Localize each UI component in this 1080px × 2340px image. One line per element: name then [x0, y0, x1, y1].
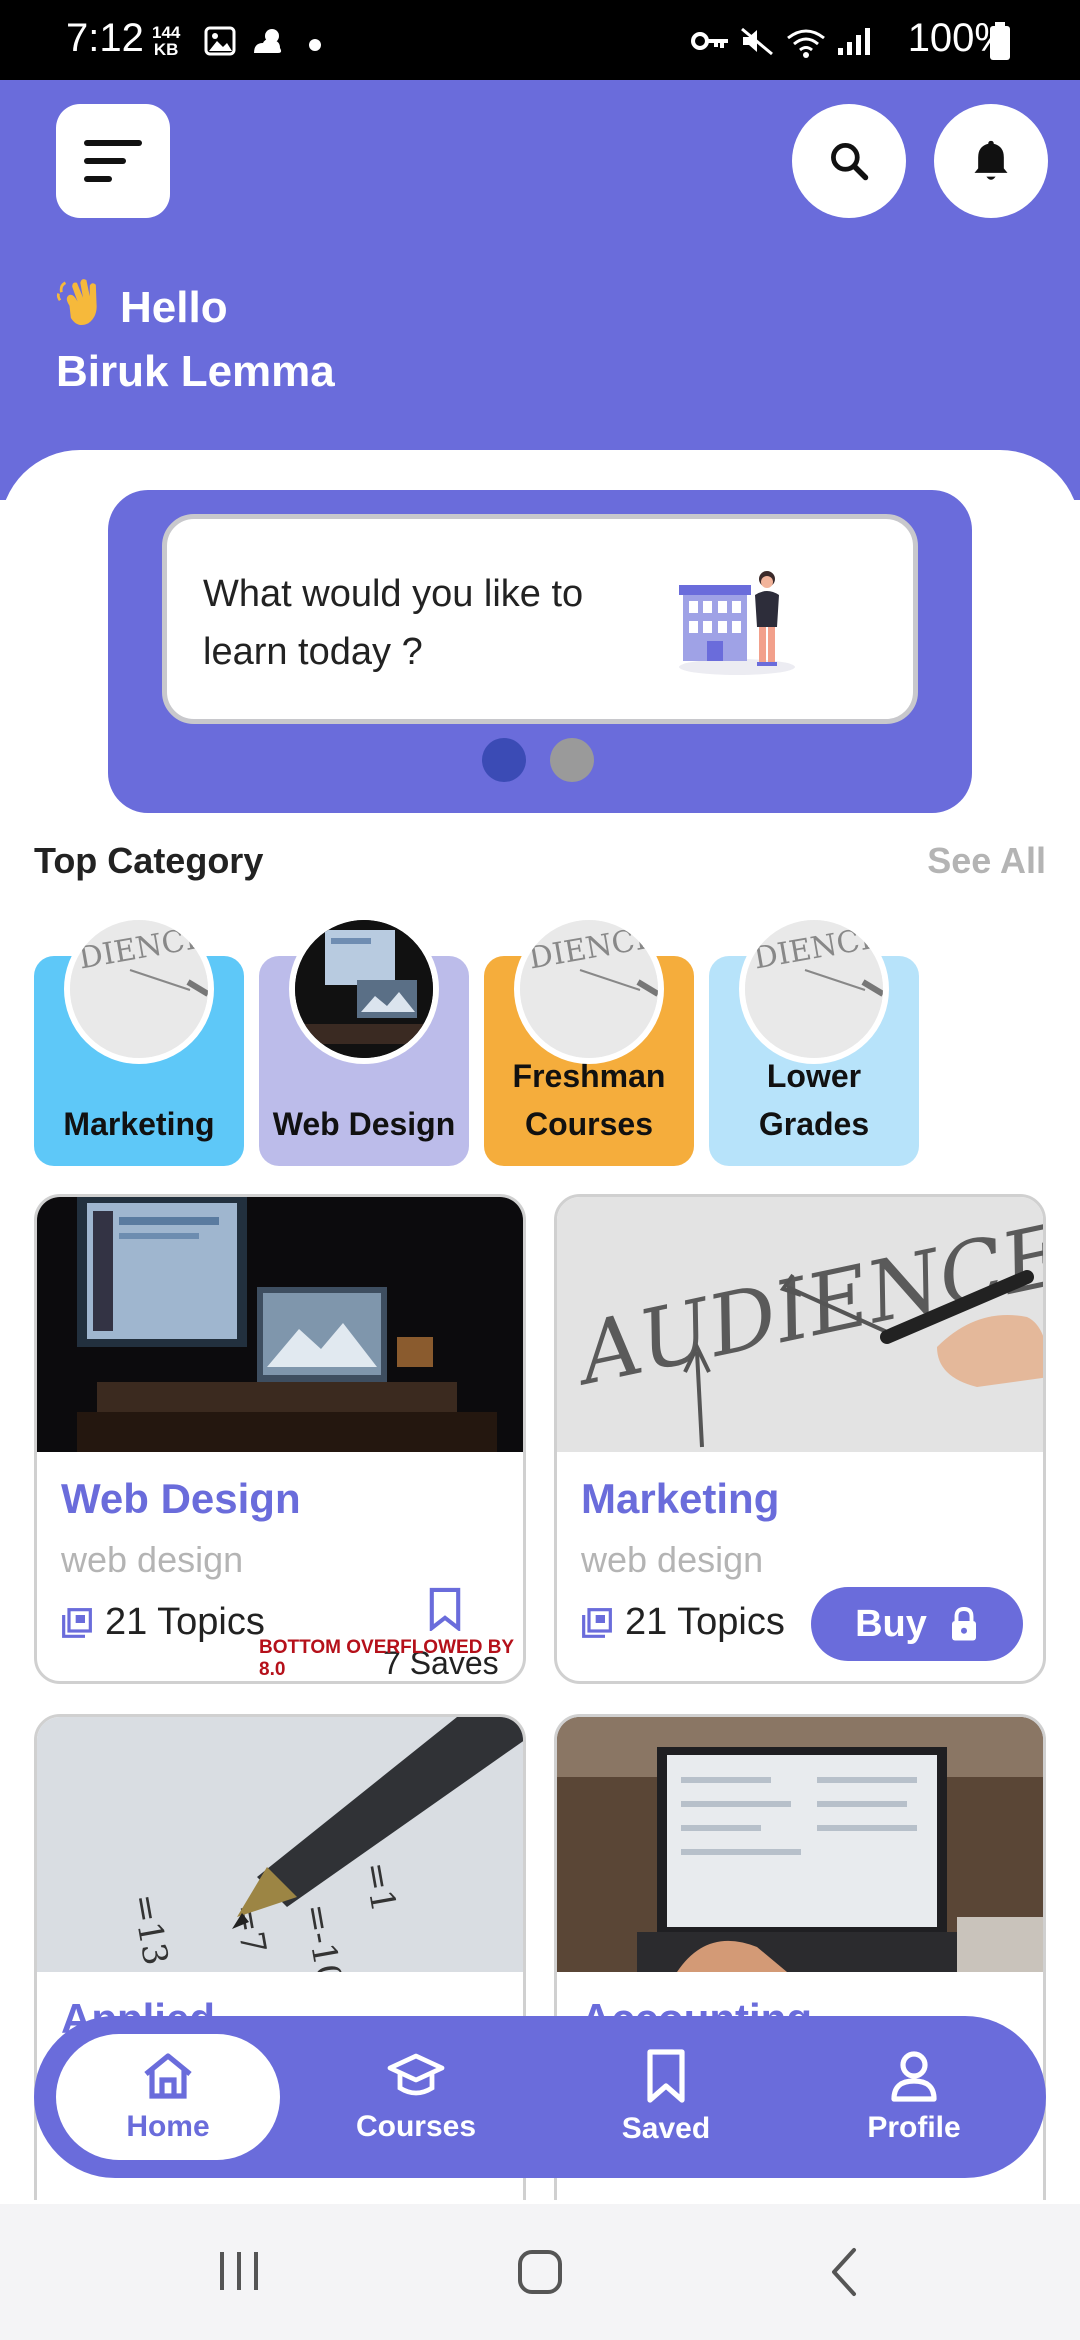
category-label: Web Design	[272, 1106, 456, 1142]
course-subtitle: web design	[581, 1539, 764, 1580]
category-thumbnail: DIENCE	[739, 914, 889, 1064]
nav-courses[interactable]: Courses	[306, 2016, 526, 2178]
nav-home[interactable]: Home	[56, 2034, 280, 2160]
course-image	[37, 1197, 523, 1452]
course-title: Marketing	[581, 1475, 780, 1522]
topics-count: 21 Topics	[625, 1601, 785, 1643]
gallery-icon	[204, 26, 236, 56]
user-name: Biruk Lemma	[56, 347, 335, 396]
learning-illustration	[679, 571, 795, 675]
topics-count: 21 Topics	[105, 1601, 265, 1643]
search-button[interactable]	[792, 104, 906, 218]
back-icon[interactable]	[824, 2246, 864, 2300]
category-label: Marketing	[63, 1106, 215, 1142]
home-icon	[144, 2053, 192, 2099]
buy-button[interactable]: Buy	[811, 1587, 1023, 1661]
nav-label: Home	[126, 2110, 210, 2143]
course-card-web-design[interactable]: Web Design web design 21 Topics 7 Saves …	[34, 1194, 526, 1684]
notifications-button[interactable]	[934, 104, 1048, 218]
carousel-slide[interactable]: What would you like to learn today ?	[162, 514, 918, 724]
status-bar: 7:12 144 KB 100%	[0, 0, 1080, 80]
course-card-marketing[interactable]: AUDIENCE Marketing web design 21 Topics …	[554, 1194, 1046, 1684]
graduation-cap-icon	[387, 2053, 445, 2096]
carousel-dot[interactable]	[550, 738, 594, 782]
mute-icon	[741, 27, 773, 56]
overflow-warning: BOTTOM OVERFLOWED BY 8.0	[259, 1637, 514, 1680]
greeting: Hello Biruk Lemma	[56, 276, 335, 404]
vpn-key-icon	[691, 32, 728, 50]
wifi-icon	[787, 29, 825, 58]
waving-hand-icon	[56, 279, 97, 326]
library-icon	[62, 1607, 92, 1638]
menu-icon	[84, 140, 142, 146]
menu-button[interactable]	[56, 104, 170, 218]
buy-label: Buy	[855, 1602, 927, 1645]
see-all-link[interactable]: See All	[927, 840, 1046, 882]
course-image	[557, 1717, 1043, 1972]
status-time: 7:12	[66, 16, 144, 60]
category-thumbnail: DIENCE	[64, 914, 214, 1064]
carousel-dot-active[interactable]	[482, 738, 526, 782]
notification-dot-icon	[309, 39, 321, 51]
section-title: Top Category	[34, 840, 264, 881]
battery-icon	[990, 22, 1010, 60]
library-icon	[582, 1607, 612, 1638]
weather-icon	[254, 29, 282, 53]
search-icon	[831, 143, 869, 181]
promo-carousel[interactable]: What would you like to learn today ?	[108, 490, 972, 813]
course-topics: 21 Topics	[61, 1601, 265, 1644]
system-navigation-bar	[0, 2204, 1080, 2340]
bottom-navigation: Home Courses Saved Profile	[34, 2016, 1046, 2178]
bookmark-icon	[647, 2049, 685, 2103]
bell-icon	[974, 140, 1008, 180]
course-image: =13 =7 =-10 =1	[37, 1717, 523, 1972]
nav-label: Courses	[355, 2110, 477, 2143]
course-image: AUDIENCE	[557, 1197, 1043, 1452]
greeting-text: Hello	[120, 283, 228, 332]
course-topics: 21 Topics	[581, 1601, 785, 1644]
recent-apps-icon[interactable]	[214, 2248, 264, 2294]
course-title: Web Design	[61, 1475, 301, 1522]
lock-icon	[951, 1607, 976, 1641]
main-content: What would you like to learn today ? Top…	[0, 450, 1080, 2200]
category-thumbnail: DIENCE	[514, 914, 664, 1064]
bookmark-icon[interactable]	[427, 1587, 463, 1631]
app-header: Hello Biruk Lemma	[0, 80, 1080, 500]
category-label: Lower Grades	[758, 1058, 870, 1142]
nav-label: Profile	[867, 2111, 961, 2144]
nav-saved[interactable]: Saved	[556, 2016, 776, 2178]
course-subtitle: web design	[61, 1539, 244, 1580]
signal-icon	[838, 28, 870, 55]
category-label: Freshman Courses	[512, 1058, 666, 1142]
category-thumbnail	[289, 914, 439, 1064]
person-icon	[891, 2051, 937, 2102]
home-system-icon[interactable]	[516, 2248, 566, 2298]
nav-profile[interactable]: Profile	[804, 2016, 1024, 2178]
network-speed: 144 KB	[152, 23, 181, 59]
nav-label: Saved	[621, 2112, 711, 2145]
carousel-text: What would you like to learn today ?	[203, 573, 584, 673]
